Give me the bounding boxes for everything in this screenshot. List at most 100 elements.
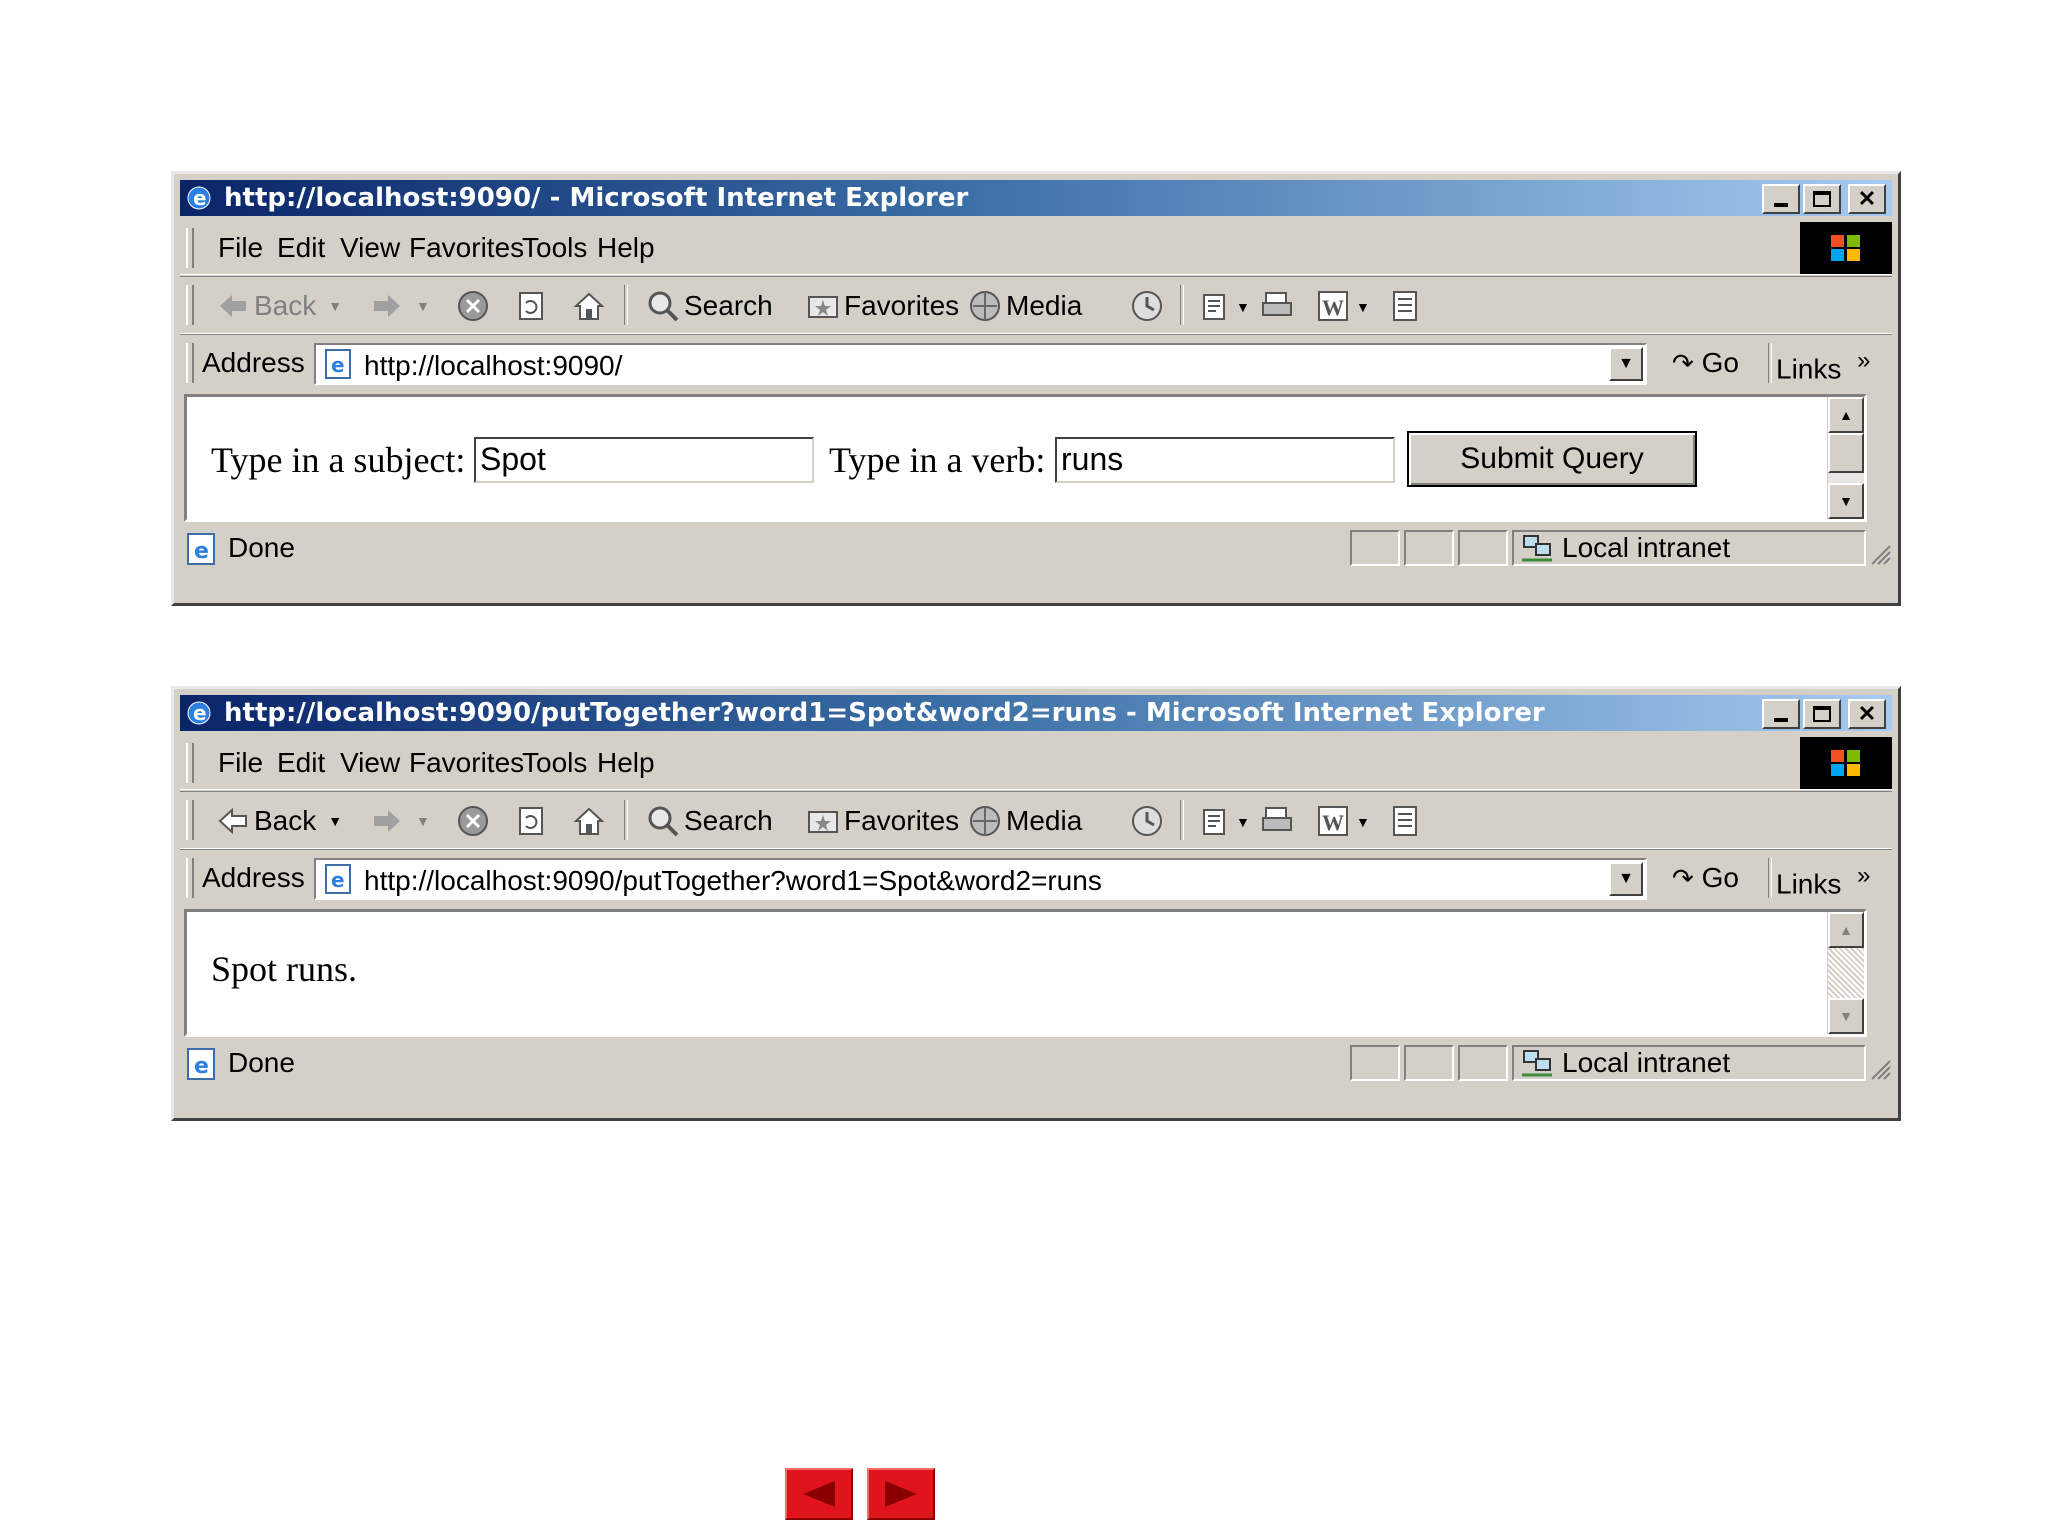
go-button[interactable]: ↷ Go (1672, 862, 1739, 894)
back-arrow-icon (218, 807, 247, 835)
links-button[interactable]: Links » (1776, 347, 1871, 385)
print-icon[interactable] (1260, 289, 1294, 323)
forward-button[interactable]: ▼ (370, 804, 430, 838)
media-button[interactable]: Media (968, 289, 1082, 323)
previous-slide-button[interactable] (785, 1468, 853, 1520)
menu-edit[interactable]: Edit (277, 232, 325, 264)
maximize-button[interactable] (1803, 699, 1841, 729)
edit-dropdown-icon[interactable]: ▼ (1356, 814, 1370, 830)
address-input[interactable]: e http://localhost:9090/putTogether?word… (314, 858, 1647, 900)
back-dropdown-icon[interactable]: ▼ (328, 813, 342, 829)
status-text: Done (228, 532, 295, 563)
menu-tools[interactable]: Tools (522, 747, 587, 779)
close-button[interactable]: ✕ (1848, 184, 1886, 214)
links-button[interactable]: Links » (1776, 862, 1871, 900)
toolbar-separator (624, 285, 628, 325)
mail-dropdown-icon[interactable]: ▼ (1236, 299, 1250, 315)
address-dropdown-icon[interactable]: ▼ (1609, 347, 1643, 381)
home-icon[interactable] (572, 804, 606, 838)
menu-tools[interactable]: Tools (522, 232, 587, 264)
menu-file[interactable]: File (218, 747, 263, 779)
scroll-down-icon[interactable]: ▼ (1828, 483, 1864, 519)
toolbar-grip[interactable] (186, 285, 194, 325)
next-slide-button[interactable] (867, 1468, 935, 1520)
close-button[interactable]: ✕ (1848, 699, 1886, 729)
menu-favorites[interactable]: Favorites (409, 232, 524, 264)
windows-logo (1800, 737, 1892, 789)
discuss-icon[interactable] (1388, 289, 1422, 323)
forward-dropdown-icon[interactable]: ▼ (416, 813, 430, 829)
svg-text:W: W (1322, 810, 1344, 835)
forward-dropdown-icon[interactable]: ▼ (416, 298, 430, 314)
back-button[interactable]: Back ▼ (216, 289, 342, 323)
edit-word-icon[interactable]: W (1316, 289, 1350, 323)
address-label: Address (202, 862, 305, 893)
toolbar-separator (1180, 285, 1184, 325)
mail-dropdown-icon[interactable]: ▼ (1236, 814, 1250, 830)
address-input[interactable]: e http://localhost:9090/ ▼ (314, 343, 1647, 385)
resize-grip-icon[interactable] (1866, 540, 1892, 566)
media-button[interactable]: Media (968, 804, 1082, 838)
scroll-up-icon[interactable]: ▲ (1828, 397, 1864, 433)
mail-icon[interactable] (1200, 289, 1234, 323)
links-chevron-icon: » (1857, 862, 1871, 889)
title-bar[interactable]: e http://localhost:9090/ - Microsoft Int… (180, 180, 1892, 216)
minimize-button[interactable] (1762, 184, 1800, 214)
history-icon[interactable] (1130, 289, 1164, 323)
menubar-grip[interactable] (186, 228, 194, 268)
address-label: Address (202, 347, 305, 378)
maximize-icon (1813, 191, 1831, 207)
svg-text:e: e (194, 1054, 209, 1079)
back-button[interactable]: Back ▼ (216, 804, 342, 838)
vertical-scrollbar[interactable]: ▲ ▼ (1827, 397, 1864, 519)
go-button[interactable]: ↷ Go (1672, 347, 1739, 379)
address-dropdown-icon[interactable]: ▼ (1609, 862, 1643, 896)
favorites-button[interactable]: Favorites (806, 289, 959, 323)
search-button[interactable]: Search (646, 289, 773, 323)
favorites-button[interactable]: Favorites (806, 804, 959, 838)
menu-favorites[interactable]: Favorites (409, 747, 524, 779)
subject-label: Type in a subject: (211, 440, 466, 480)
menubar-grip[interactable] (186, 743, 194, 783)
subject-input[interactable]: Spot (474, 437, 814, 483)
forward-button[interactable]: ▼ (370, 289, 430, 323)
stop-icon[interactable] (456, 289, 490, 323)
window-title: http://localhost:9090/putTogether?word1=… (224, 698, 1545, 728)
submit-query-button[interactable]: Submit Query (1407, 431, 1697, 487)
menu-help[interactable]: Help (597, 232, 655, 264)
menu-bar: File Edit View Favorites Tools Help (180, 737, 1892, 790)
edit-word-icon[interactable]: W (1316, 804, 1350, 838)
mail-icon[interactable] (1200, 804, 1234, 838)
toolbar-grip[interactable] (186, 800, 194, 840)
ie-page-icon: e (325, 349, 351, 379)
menu-help[interactable]: Help (597, 747, 655, 779)
edit-dropdown-icon[interactable]: ▼ (1356, 299, 1370, 315)
scroll-down-icon[interactable]: ▼ (1828, 998, 1864, 1034)
addressbar-grip[interactable] (186, 858, 194, 898)
refresh-icon[interactable] (514, 289, 548, 323)
verb-input[interactable]: runs (1055, 437, 1395, 483)
discuss-icon[interactable] (1388, 804, 1422, 838)
minimize-button[interactable] (1762, 699, 1800, 729)
stop-icon[interactable] (456, 804, 490, 838)
home-icon[interactable] (572, 289, 606, 323)
scroll-thumb[interactable] (1828, 433, 1864, 473)
vertical-scrollbar[interactable]: ▲ ▼ (1827, 912, 1864, 1034)
menu-edit[interactable]: Edit (277, 747, 325, 779)
back-dropdown-icon[interactable]: ▼ (328, 298, 342, 314)
zone-text: Local intranet (1562, 1047, 1731, 1078)
menu-file[interactable]: File (218, 232, 263, 264)
scroll-up-icon[interactable]: ▲ (1828, 912, 1864, 948)
slide-navigation (785, 1468, 935, 1520)
history-icon[interactable] (1130, 804, 1164, 838)
maximize-button[interactable] (1803, 184, 1841, 214)
print-icon[interactable] (1260, 804, 1294, 838)
menu-view[interactable]: View (340, 232, 400, 264)
resize-grip-icon[interactable] (1866, 1055, 1892, 1081)
menu-view[interactable]: View (340, 747, 400, 779)
refresh-icon[interactable] (514, 804, 548, 838)
search-button[interactable]: Search (646, 804, 773, 838)
title-bar[interactable]: e http://localhost:9090/putTogether?word… (180, 695, 1892, 731)
go-arrow-icon: ↷ (1672, 348, 1694, 378)
addressbar-grip[interactable] (186, 343, 194, 383)
